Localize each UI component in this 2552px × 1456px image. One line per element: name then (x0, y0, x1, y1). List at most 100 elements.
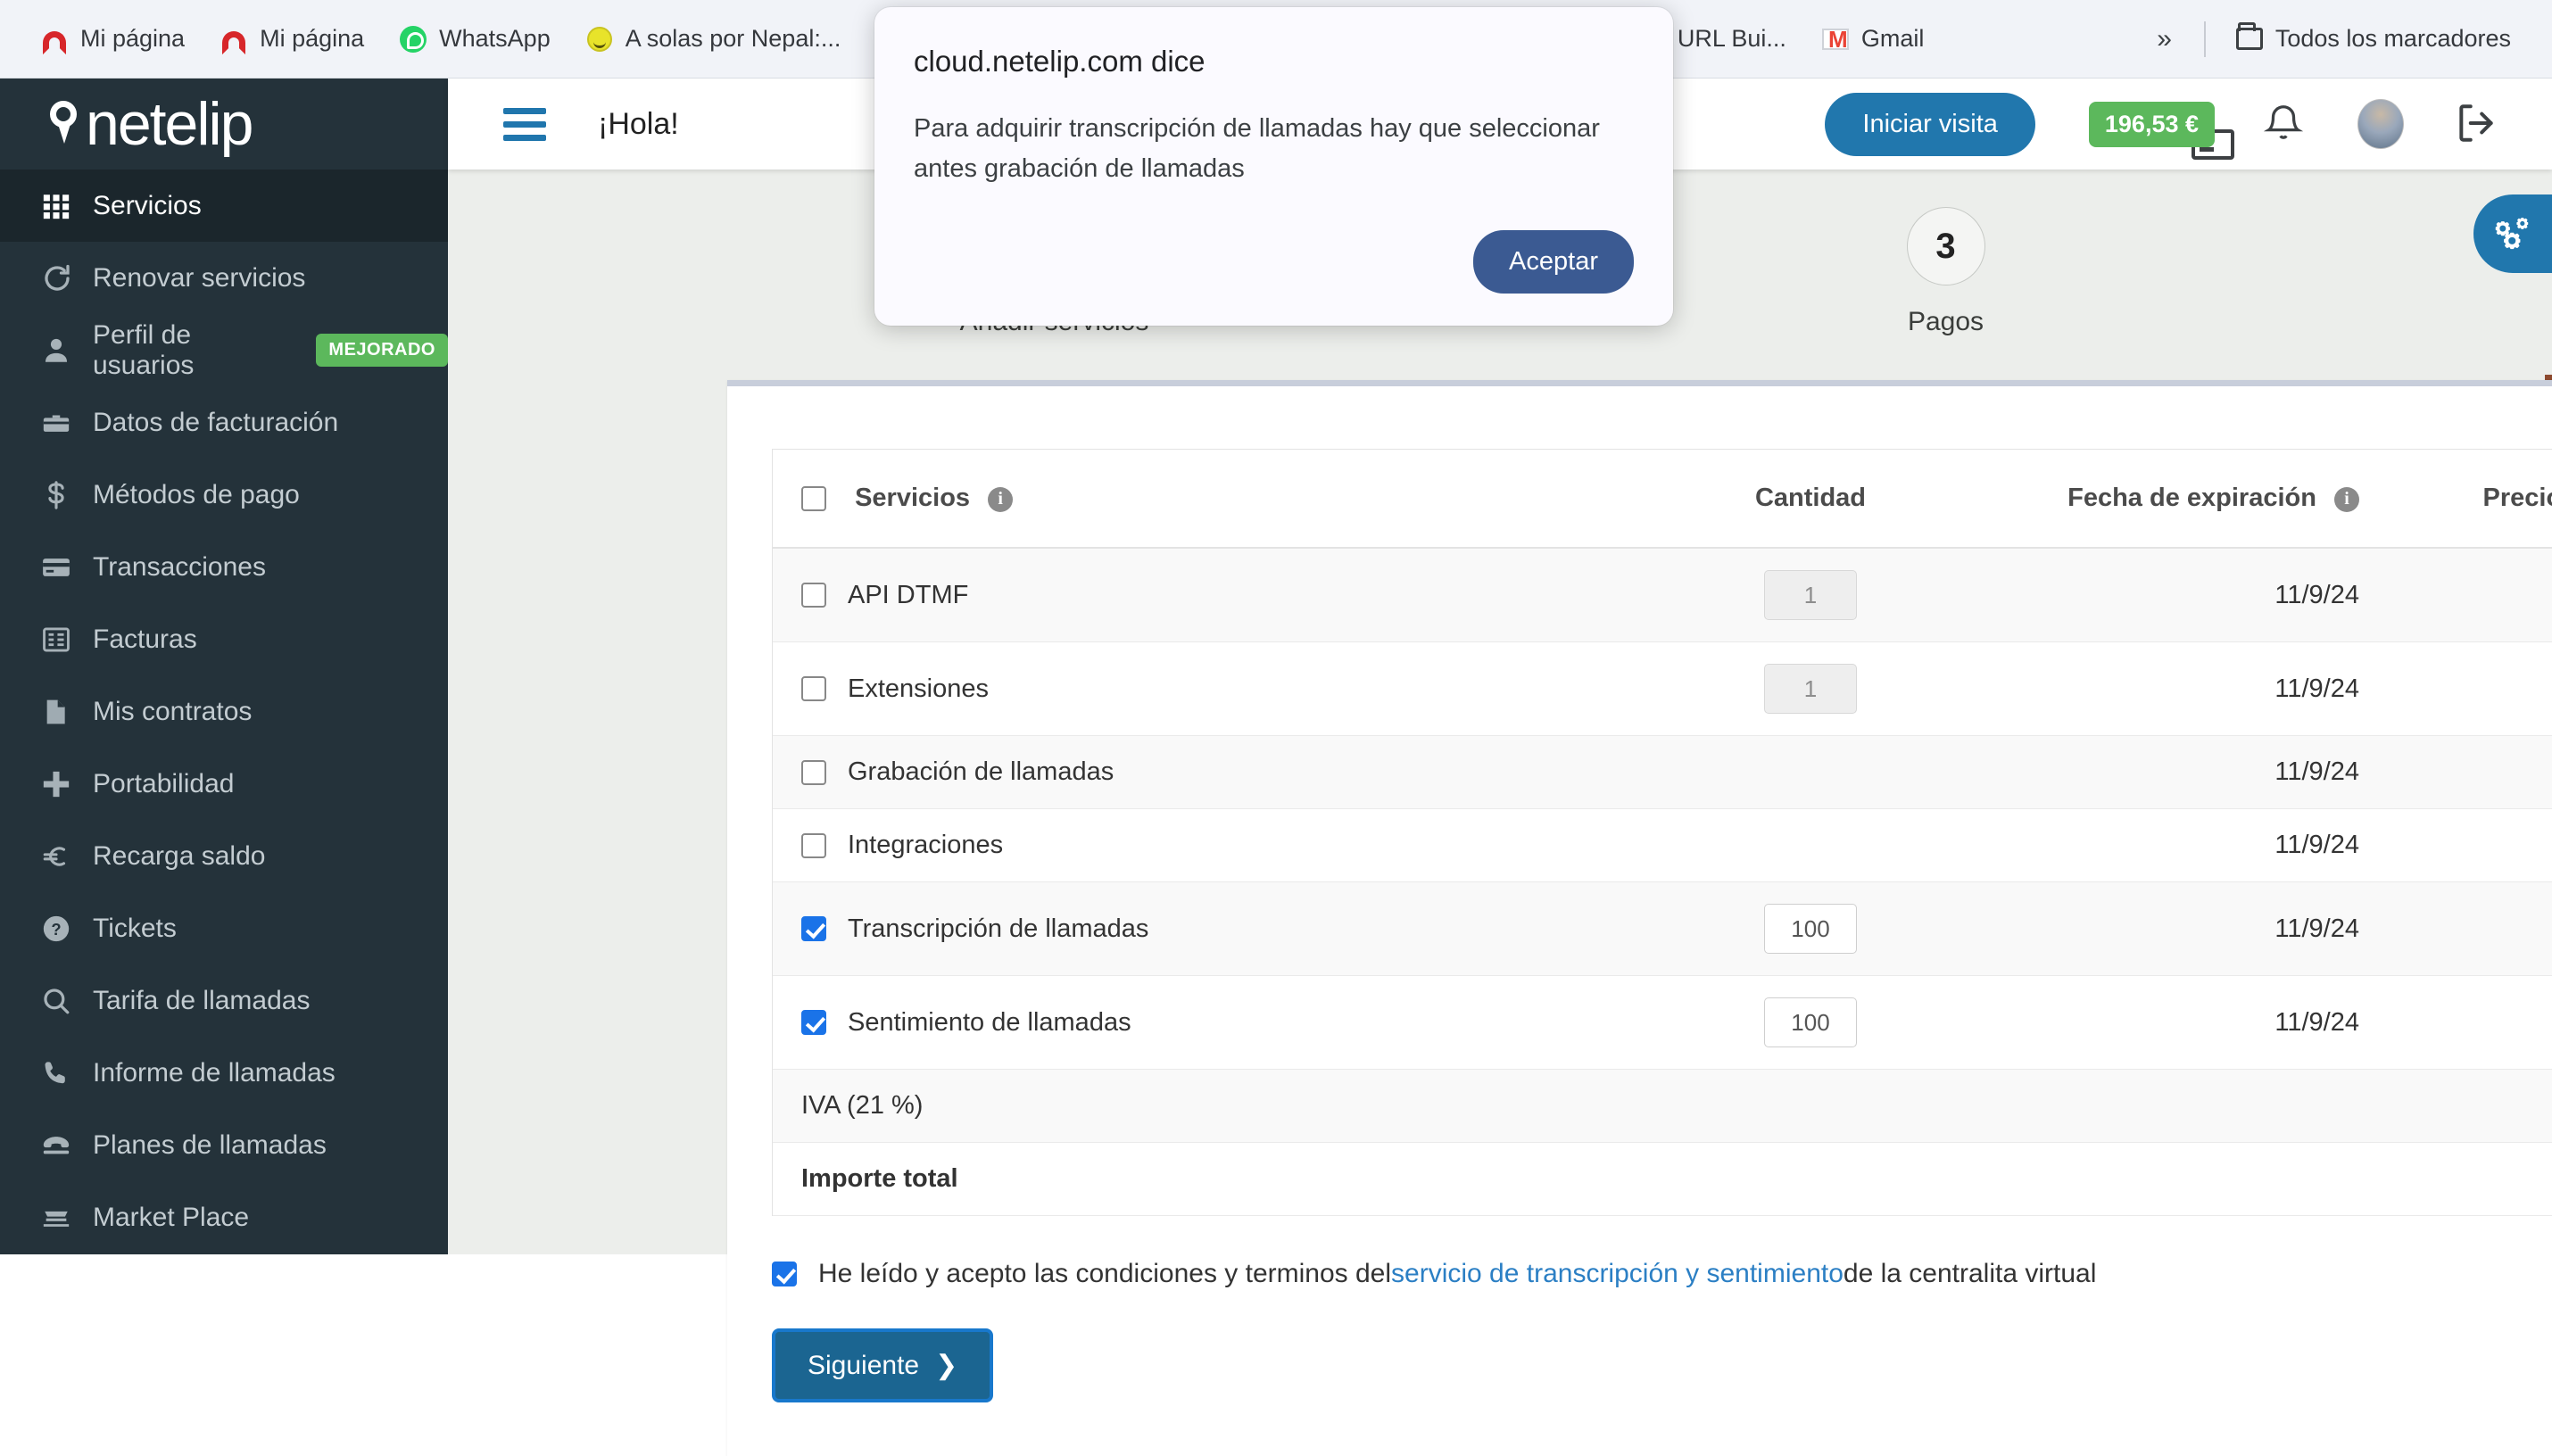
cell-unit-price: 0,00 € (2359, 642, 2552, 736)
quantity-input[interactable]: 1 (1764, 664, 1857, 714)
cell-service-name: Integraciones (773, 809, 1645, 882)
brand-logo[interactable]: netelip (0, 79, 448, 170)
hamburger-icon[interactable] (503, 108, 546, 141)
question-circle-icon: ? (41, 914, 93, 944)
row-checkbox[interactable] (801, 916, 826, 941)
sidebar-item-tickets[interactable]: ? Tickets (0, 892, 448, 964)
terms-row: He leído y acepto las condiciones y term… (772, 1259, 2552, 1289)
settings-gears-tab[interactable] (2473, 194, 2552, 273)
bookmark-divider (2204, 21, 2206, 57)
step-pagos[interactable]: 3 Pagos (1777, 207, 2116, 337)
sidebar-item-metodos-de-pago[interactable]: Métodos de pago (0, 459, 448, 531)
sidebar-item-perfil-de-usuarios[interactable]: Perfil de usuarios MEJORADO (0, 314, 448, 386)
cell-service-name: Extensiones (773, 642, 1645, 736)
table-row[interactable]: Transcripción de llamadas 100 11/9/24 0,… (773, 882, 2552, 976)
bookmark-item-0[interactable]: Mi página (23, 14, 203, 64)
row-checkbox[interactable] (801, 760, 826, 785)
sidebar-item-label: Informe de llamadas (93, 1058, 336, 1088)
bookmark-item-1[interactable]: Mi página (203, 14, 382, 64)
sidebar-item-servicios[interactable]: Servicios (0, 170, 448, 242)
bookmark-item-6[interactable]: Gmail (1804, 14, 1943, 64)
th-precio-ud: Precio/Ud. i (2359, 450, 2552, 548)
sidebar-nav: Servicios Renovar servicios Perfil de us… (0, 170, 448, 1253)
arc-red-icon (220, 26, 247, 53)
sidebar-item-planes-de-llamadas[interactable]: Planes de llamadas (0, 1109, 448, 1181)
document-icon (41, 698, 93, 726)
step-circle: 3 (1907, 207, 1985, 285)
sidebar-item-market-place[interactable]: Market Place (0, 1181, 448, 1253)
marketplace-icon (41, 1203, 93, 1233)
sidebar-item-label: Transacciones (93, 552, 266, 583)
cell-unit-price: 0,02 € (2359, 882, 2552, 976)
plus-icon (41, 769, 93, 799)
sidebar-item-label: Tarifa de llamadas (93, 986, 310, 1016)
avatar[interactable] (2357, 99, 2404, 149)
balance-widget[interactable]: 196,53 € (2089, 102, 2215, 147)
sidebar-item-portabilidad[interactable]: Portabilidad (0, 748, 448, 820)
row-checkbox[interactable] (801, 833, 826, 858)
cell-service-name: Transcripción de llamadas (773, 882, 1645, 976)
greeting-text: ¡Hola! (598, 107, 679, 142)
sidebar-item-mis-contratos[interactable]: Mis contratos (0, 675, 448, 748)
next-button[interactable]: Siguiente ❯ (772, 1328, 993, 1402)
bookmark-item-3[interactable]: A solas por Nepal:... (568, 14, 859, 64)
cell-unit-price: 0,00 € (2359, 548, 2552, 642)
cell-service-name: Grabación de llamadas (773, 736, 1645, 809)
info-icon[interactable]: i (2334, 487, 2359, 512)
sidebar-item-renovar-servicios[interactable]: Renovar servicios (0, 242, 448, 314)
sidebar-item-recarga-saldo[interactable]: Recarga saldo (0, 820, 448, 892)
quantity-input[interactable]: 100 (1764, 904, 1857, 954)
whatsapp-icon (400, 26, 427, 53)
invoice-icon (41, 625, 93, 655)
service-name: Grabación de llamadas (848, 757, 1114, 787)
quantity-input[interactable]: 1 (1764, 570, 1857, 620)
sidebar-item-tarifa-de-llamadas[interactable]: Tarifa de llamadas (0, 964, 448, 1037)
user-icon (41, 335, 93, 366)
select-all-checkbox[interactable] (801, 486, 826, 511)
sidebar-item-facturas[interactable]: Facturas (0, 603, 448, 675)
bell-icon[interactable] (2263, 101, 2304, 147)
smiley-icon (586, 26, 613, 53)
bookmark-item-2[interactable]: WhatsApp (382, 14, 568, 64)
row-checkbox[interactable] (801, 676, 826, 701)
sidebar: netelip Servicios Renovar servicios (0, 79, 448, 1254)
sidebar-item-transacciones[interactable]: Transacciones (0, 531, 448, 603)
table-row[interactable]: Grabación de llamadas 11/9/24 0,00 € 0,0… (773, 736, 2552, 809)
table-row[interactable]: Integraciones 11/9/24 0,00 € 0,00 € (773, 809, 2552, 882)
start-visit-button[interactable]: Iniciar visita (1825, 93, 2035, 156)
chevron-right-icon: ❯ (935, 1350, 957, 1381)
th-fecha-label: Fecha de expiración (2067, 484, 2316, 512)
step-label: Pagos (1908, 307, 1984, 337)
quantity-input[interactable]: 100 (1764, 997, 1857, 1047)
service-name: Extensiones (848, 674, 989, 704)
table-body: API DTMF 1 11/9/24 0,00 € 0,00 € (773, 548, 2552, 1216)
iva-label: IVA (21 %) (773, 1070, 1645, 1143)
search-icon (41, 986, 93, 1016)
service-name: API DTMF (848, 581, 968, 610)
table-row[interactable]: Sentimiento de llamadas 100 11/9/24 0,02… (773, 976, 2552, 1070)
bookmarks-overflow-icon[interactable]: » (2137, 24, 2192, 54)
service-name: Integraciones (848, 831, 1003, 860)
th-servicios: Servicios i (773, 450, 1645, 548)
table-row[interactable]: API DTMF 1 11/9/24 0,00 € 0,00 € (773, 548, 2552, 642)
services-card: Servicios i Cantidad Fecha de expiración… (727, 380, 2552, 1456)
iva-blank-qty (1645, 1070, 1976, 1143)
sidebar-item-informe-de-llamadas[interactable]: Informe de llamadas (0, 1037, 448, 1109)
accept-button[interactable]: Aceptar (1473, 230, 1634, 294)
refresh-icon (41, 262, 93, 294)
briefcase-icon (41, 408, 93, 438)
row-checkbox[interactable] (801, 1010, 826, 1035)
terms-checkbox[interactable] (772, 1262, 797, 1286)
cell-expiration: 11/9/24 (1976, 548, 2359, 642)
info-icon[interactable]: i (988, 487, 1013, 512)
sidebar-item-label: Recarga saldo (93, 841, 265, 872)
terms-link[interactable]: servicio de transcripción y sentimiento (1391, 1259, 1844, 1289)
bookmark-label: WhatsApp (439, 25, 551, 53)
table-row[interactable]: Extensiones 1 11/9/24 0,00 € 0,00 € (773, 642, 2552, 736)
sidebar-item-label: Portabilidad (93, 769, 234, 799)
row-checkbox[interactable] (801, 583, 826, 608)
logout-icon[interactable] (2454, 101, 2500, 147)
services-table: Servicios i Cantidad Fecha de expiración… (773, 450, 2552, 1216)
all-bookmarks-button[interactable]: Todos los marcadores (2218, 14, 2529, 64)
sidebar-item-datos-de-facturacion[interactable]: Datos de facturación (0, 386, 448, 459)
